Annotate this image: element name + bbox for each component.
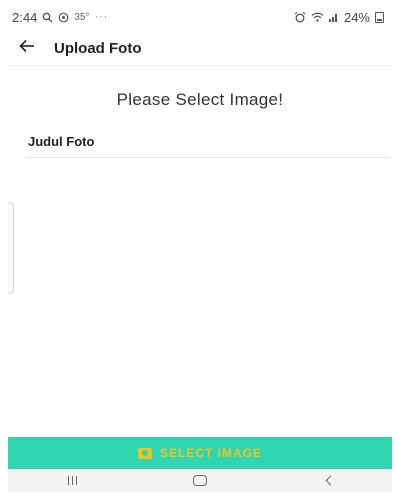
select-image-label: SELECT IMAGE xyxy=(159,446,262,460)
alarm-icon xyxy=(294,11,306,23)
select-image-prompt: Please Select Image! xyxy=(116,90,284,109)
chevron-left-icon xyxy=(325,475,335,486)
edge-panel-handle[interactable] xyxy=(8,202,14,294)
wifi-icon xyxy=(311,12,324,22)
whatsapp-icon xyxy=(58,12,69,23)
status-bar: 2:44 35° ··· 24% xyxy=(8,6,392,28)
home-icon xyxy=(193,475,207,486)
home-button[interactable] xyxy=(180,471,220,491)
camera-icon xyxy=(137,447,152,459)
select-image-button[interactable]: SELECT IMAGE xyxy=(8,437,392,469)
battery-percent: 24% xyxy=(343,9,370,25)
system-nav-bar xyxy=(8,469,392,492)
status-left: 2:44 35° ··· xyxy=(12,10,108,25)
back-button[interactable] xyxy=(8,32,46,66)
arrow-left-icon xyxy=(19,39,35,58)
recent-apps-button[interactable] xyxy=(52,471,92,491)
recent-apps-icon xyxy=(67,476,77,485)
status-right: 24% xyxy=(294,10,384,25)
app-bar: Upload Foto xyxy=(8,32,392,66)
status-time: 2:44 xyxy=(12,9,38,25)
page-title: Upload Foto xyxy=(54,40,142,57)
status-more: ··· xyxy=(94,11,109,23)
status-temperature: 35° xyxy=(74,11,90,23)
nav-back-button[interactable] xyxy=(308,471,348,491)
signal-icon xyxy=(328,12,339,22)
phone-screen: 2:44 35° ··· 24% Upload Foto Please Sele… xyxy=(8,6,392,492)
photo-title-label: Judul Foto xyxy=(28,134,95,149)
battery-icon xyxy=(375,11,384,23)
photo-title-field[interactable] xyxy=(26,157,390,158)
search-icon xyxy=(42,12,53,23)
